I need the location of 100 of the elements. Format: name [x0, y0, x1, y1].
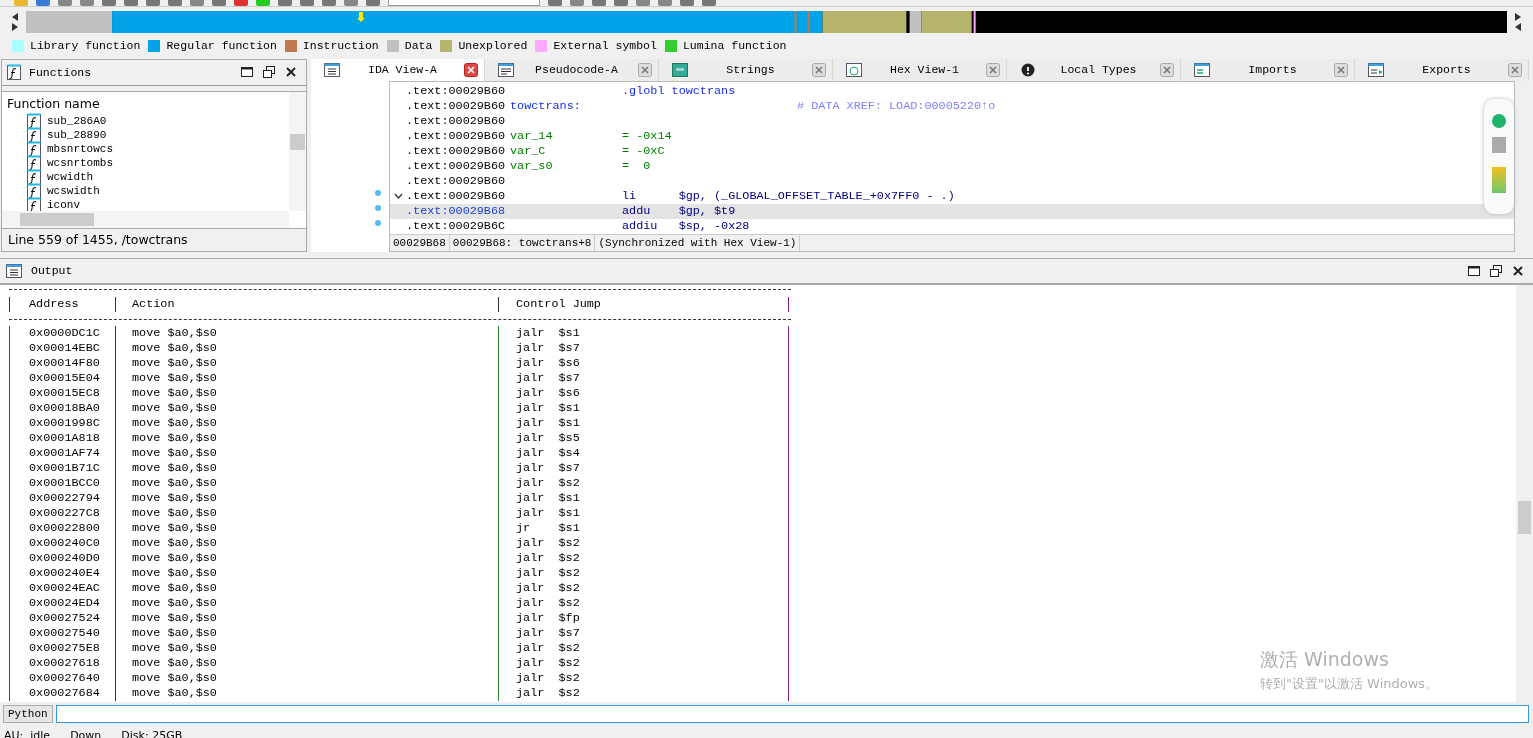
- column-header[interactable]: Function name: [7, 95, 289, 114]
- table-cell: 0x0001B71C: [9, 460, 115, 476]
- function-item[interactable]: wcswidth: [47, 184, 100, 197]
- toolbar-icon[interactable]: [58, 0, 72, 6]
- table-cell: jalr $s2: [498, 535, 789, 551]
- table-cell: 0x00027684: [9, 685, 115, 701]
- address-text: .text:00029B60: [406, 144, 507, 159]
- command-input[interactable]: [55, 705, 1529, 724]
- toolbar-icon[interactable]: [278, 0, 292, 6]
- close-tab-icon[interactable]: [464, 62, 478, 77]
- table-cell: jalr $s2: [498, 580, 789, 596]
- toolbar-icon[interactable]: [614, 0, 628, 6]
- table-cell: move $a0,$s0: [115, 385, 498, 401]
- table-cell: move $a0,$s0: [115, 490, 498, 506]
- toolbar-icon[interactable]: [344, 0, 358, 6]
- instruction-text: li $gp, (_GLOBAL_OFFSET_TABLE_+0x7FF0 - .): [622, 189, 955, 204]
- table-cell: 0x0001A818: [9, 430, 115, 446]
- toolbar-icon[interactable]: [592, 0, 606, 6]
- quote-icon: [671, 61, 689, 78]
- toolbar-icon[interactable]: [570, 0, 584, 6]
- table-cell: jalr $s2: [498, 670, 789, 686]
- toolbar-icon[interactable]: [124, 0, 138, 6]
- table-cell: jalr $s2: [498, 655, 789, 671]
- table-cell: jalr $fp: [498, 610, 789, 626]
- chevron-icon[interactable]: [393, 193, 403, 200]
- status-text: 00029B68: [390, 234, 450, 251]
- toolbar-icon[interactable]: [168, 0, 182, 6]
- toolbar-icon[interactable]: [636, 0, 650, 6]
- address-text: .text:00029B60: [406, 129, 507, 144]
- maximize-icon[interactable]: [1467, 263, 1481, 278]
- toolbar-icon[interactable]: [190, 0, 204, 6]
- function-item[interactable]: sub_28890: [47, 128, 107, 141]
- list-view-icon: [5, 262, 23, 279]
- close-tab-icon[interactable]: [1508, 62, 1522, 77]
- close-icon[interactable]: [1511, 263, 1525, 278]
- toolbar-icon[interactable]: [680, 0, 694, 6]
- toolbar-icon[interactable]: [322, 0, 336, 6]
- function-item[interactable]: mbsnrtowcs: [47, 142, 113, 155]
- table-cell: move $a0,$s0: [115, 520, 498, 536]
- legend-label: Library function: [30, 39, 141, 53]
- status-text: Line 559 of 1455, /towctrans: [7, 231, 189, 250]
- vertical-scrollbar[interactable]: [1515, 80, 1533, 252]
- table-cell: 0x00027640: [9, 670, 115, 686]
- close-tab-icon[interactable]: [812, 62, 826, 77]
- close-tab-icon[interactable]: [1160, 62, 1174, 77]
- function-item[interactable]: iconv: [47, 198, 80, 211]
- address-text: .text:00029B68: [406, 204, 507, 219]
- navigation-band-drawing[interactable]: [26, 11, 1507, 34]
- table-cell: jalr $s6: [498, 355, 789, 371]
- maximize-icon[interactable]: [240, 65, 254, 80]
- legend-label: External symbol: [553, 39, 657, 53]
- toolbar-icon[interactable]: [256, 0, 270, 6]
- toolbar-icon[interactable]: [300, 0, 314, 6]
- label-text: towctrans:: [510, 99, 582, 114]
- status-text: 00029B68: towctrans+8: [449, 234, 596, 251]
- table-cell: move $a0,$s0: [115, 355, 498, 371]
- restore-icon[interactable]: [262, 65, 276, 80]
- table-cell: jalr $s2: [498, 685, 789, 701]
- table-cell: move $a0,$s0: [115, 640, 498, 656]
- scroll-arrows-icon[interactable]: [10, 11, 20, 34]
- python-button[interactable]: Python: [3, 705, 53, 724]
- scroll-arrows-icon[interactable]: [1513, 11, 1523, 34]
- toolbar-icon[interactable]: [212, 0, 226, 6]
- instruction-text: = 0: [622, 159, 652, 174]
- function-item[interactable]: wcsnrtombs: [47, 156, 113, 169]
- toolbar-icon[interactable]: [366, 0, 380, 6]
- vertical-scrollbar[interactable]: [289, 91, 306, 211]
- toolbar-icon[interactable]: [102, 0, 116, 6]
- function-item[interactable]: sub_286A0: [47, 114, 107, 127]
- toolbar-icon[interactable]: [702, 0, 716, 6]
- table-cell: move $a0,$s0: [115, 610, 498, 626]
- table-cell: 0x00014F80: [9, 355, 115, 371]
- function-icon: [7, 64, 21, 81]
- close-tab-icon[interactable]: [1334, 62, 1348, 77]
- table-cell: jalr $s1: [498, 415, 789, 431]
- table-cell: move $a0,$s0: [115, 415, 498, 431]
- vertical-scrollbar[interactable]: [1516, 284, 1533, 703]
- toolbar-icon[interactable]: [36, 0, 50, 6]
- dot-icon: [375, 189, 381, 196]
- toolbar-icon[interactable]: [14, 0, 28, 6]
- panel-title: Functions: [29, 65, 92, 79]
- panel-title: Output: [31, 264, 73, 278]
- toolbar-icon[interactable]: [80, 0, 94, 6]
- comment-text: # DATA XREF: LOAD:00005220↑o: [797, 99, 996, 114]
- column-header: Address: [9, 296, 115, 312]
- column-header: Control Jump: [498, 296, 789, 312]
- table-cell: 0x000240C0: [9, 535, 115, 551]
- activation-text: 转到"设置"以激活 Windows。: [1260, 674, 1439, 693]
- toolbar-icon[interactable]: [658, 0, 672, 6]
- horizontal-scrollbar[interactable]: [2, 210, 289, 228]
- function-item[interactable]: wcwidth: [47, 170, 94, 183]
- instruction-text: .globl towctrans: [622, 84, 737, 99]
- toolbar-icon[interactable]: [146, 0, 160, 6]
- table-cell: 0x00018BA0: [9, 400, 115, 416]
- close-tab-icon[interactable]: [638, 62, 652, 77]
- close-tab-icon[interactable]: [986, 62, 1000, 77]
- toolbar-icon[interactable]: [234, 0, 248, 6]
- label-text: var_C: [510, 144, 547, 159]
- toolbar-icon[interactable]: [548, 0, 562, 6]
- restore-icon[interactable]: [1489, 263, 1503, 278]
